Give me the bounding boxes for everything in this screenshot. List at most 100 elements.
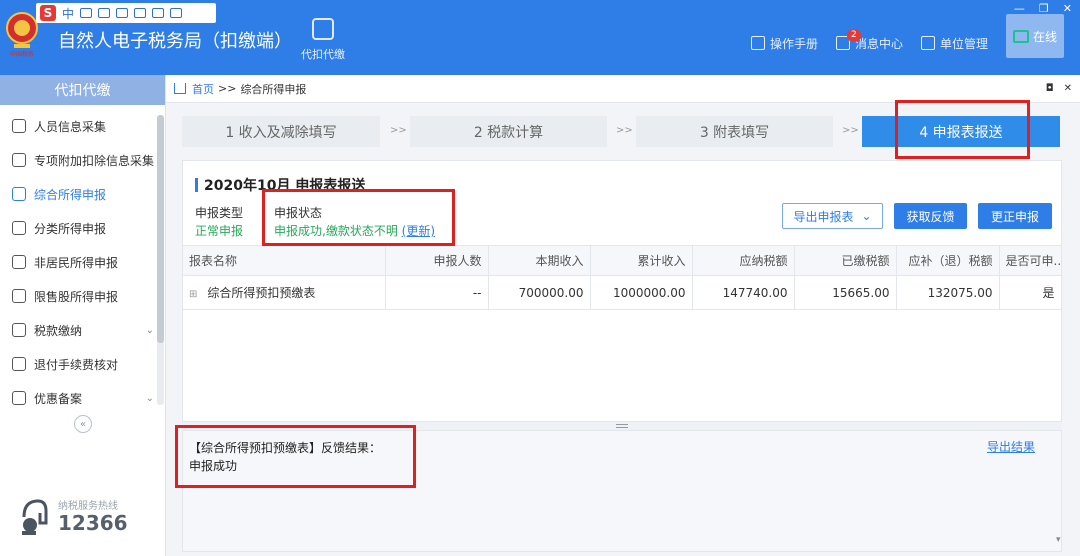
headset-icon bbox=[22, 499, 48, 535]
mail-icon: 2 bbox=[835, 29, 861, 50]
sidebar-item-label: 非居民所得申报 bbox=[34, 255, 119, 270]
home-icon[interactable] bbox=[174, 83, 186, 94]
message-center-label: 消息中心 bbox=[854, 36, 903, 51]
sidebar-item-label: 限售股所得申报 bbox=[34, 289, 119, 304]
ime-grid-icon[interactable] bbox=[170, 8, 183, 18]
app-header: 中国税务 S 中 自然人电子税务局（扣缴端） 代扣代缴 — ❐ ✕ 操作手册 2… bbox=[0, 0, 1080, 75]
cell-count: -- bbox=[385, 275, 489, 310]
app-title: 自然人电子税务局（扣缴端） bbox=[58, 31, 292, 52]
ime-mode-label: 中 bbox=[62, 6, 75, 21]
unit-management-button[interactable]: 单位管理 bbox=[920, 35, 988, 52]
sidebar-scrollbar[interactable] bbox=[157, 115, 164, 405]
step-separator: >> bbox=[616, 125, 633, 136]
hotline-label: 纳税服务热线 bbox=[58, 501, 118, 512]
close-icon[interactable]: ✕ bbox=[1063, 2, 1072, 15]
sidebar-item-tax-payment[interactable]: 税款缴纳 ⌄ bbox=[0, 313, 158, 347]
sidebar-item-label: 分类所得申报 bbox=[34, 221, 107, 236]
ime-keyboard-icon[interactable] bbox=[134, 8, 147, 18]
chevron-down-icon: ⌄ bbox=[145, 393, 154, 404]
step-label: 1 收入及减除填写 bbox=[225, 124, 337, 141]
tax-emblem-logo: 中国税务 bbox=[6, 12, 38, 58]
export-report-dropdown[interactable]: 导出申报表 ⌄ bbox=[782, 203, 883, 229]
col-header: 应纳税额 bbox=[692, 245, 795, 276]
scroll-down-icon[interactable]: ▾ bbox=[1056, 535, 1066, 547]
folder-icon bbox=[12, 323, 26, 337]
table-row[interactable]: ⊞ 综合所得预扣预缴表 -- 700000.00 1000000.00 14774… bbox=[183, 275, 1062, 310]
ime-skin-icon[interactable] bbox=[152, 8, 165, 18]
get-feedback-button[interactable]: 获取反馈 bbox=[894, 203, 967, 229]
sidebar-item-restricted-stock[interactable]: 限售股所得申报 bbox=[0, 279, 158, 313]
step-attachment[interactable]: 3 附表填写 bbox=[636, 116, 833, 147]
col-header: 报表名称 bbox=[183, 245, 386, 276]
sidebar-title: 代扣代缴 bbox=[0, 75, 165, 105]
online-status-button[interactable]: 在线 bbox=[1006, 14, 1064, 58]
cell-income: 700000.00 bbox=[488, 275, 591, 310]
cell-tax-due: 147740.00 bbox=[692, 275, 795, 310]
wallet-icon bbox=[312, 18, 334, 40]
nav-withholding[interactable]: 代扣代缴 bbox=[293, 18, 353, 62]
ime-punct-icon[interactable] bbox=[80, 8, 93, 18]
unit-management-label: 单位管理 bbox=[939, 36, 988, 51]
monitor-check-icon bbox=[1012, 29, 1029, 43]
step-separator: >> bbox=[390, 125, 407, 136]
export-result-link[interactable]: 导出结果 bbox=[987, 438, 1035, 455]
online-status-label: 在线 bbox=[1032, 29, 1057, 44]
sidebar-item-comprehensive-income[interactable]: 综合所得申报 bbox=[0, 177, 158, 211]
highlight-box bbox=[175, 425, 416, 488]
sidebar-item-special-deduction[interactable]: 专项附加扣除信息采集 bbox=[0, 143, 158, 177]
chevron-down-icon: ⌄ bbox=[145, 325, 154, 336]
sidebar-item-preferential-filing[interactable]: 优惠备案 ⌄ bbox=[0, 381, 158, 415]
manual-icon bbox=[750, 36, 765, 50]
sidebar-item-classified-income[interactable]: 分类所得申报 bbox=[0, 211, 158, 245]
expand-icon[interactable]: ⊞ bbox=[189, 289, 197, 300]
cell-report-name: ⊞ 综合所得预扣预缴表 bbox=[183, 275, 386, 310]
breadcrumb-separator: >> bbox=[218, 82, 237, 95]
col-header: 申报人数 bbox=[385, 245, 489, 276]
sidebar-item-nonresident-income[interactable]: 非居民所得申报 bbox=[0, 245, 158, 279]
report-type-value: 正常申报 bbox=[195, 224, 244, 238]
step-tax-calculation[interactable]: 2 税款计算 bbox=[410, 116, 607, 147]
correct-report-button[interactable]: 更正申报 bbox=[978, 203, 1052, 229]
person-icon bbox=[12, 119, 26, 133]
message-center-button[interactable]: 2 消息中心 bbox=[835, 29, 903, 52]
ime-toolbar[interactable]: S 中 bbox=[36, 3, 216, 23]
manual-label: 操作手册 bbox=[769, 36, 818, 51]
list-icon bbox=[12, 153, 26, 167]
ime-logo-icon: S bbox=[40, 5, 56, 21]
export-report-label: 导出申报表 bbox=[793, 209, 854, 224]
highlight-box bbox=[262, 189, 455, 246]
breadcrumb-home[interactable]: 首页 bbox=[192, 81, 214, 97]
building-icon bbox=[920, 36, 935, 50]
tab-restore-icon[interactable]: ◘ bbox=[1046, 83, 1054, 94]
col-header: 应补（退）税额 bbox=[896, 245, 1000, 276]
svg-text:中国税务: 中国税务 bbox=[10, 50, 34, 58]
sidebar-item-label: 优惠备案 bbox=[34, 391, 83, 406]
sidebar-scroll-thumb[interactable] bbox=[157, 115, 164, 343]
report-name-text: 综合所得预扣预缴表 bbox=[207, 286, 316, 300]
document-icon bbox=[12, 357, 26, 371]
sidebar-item-fee-reconcile[interactable]: 退付手续费核对 bbox=[0, 347, 158, 381]
sidebar-item-personnel-info[interactable]: 人员信息采集 bbox=[0, 109, 158, 143]
tab-controls: ◘ ✕ bbox=[1046, 83, 1072, 94]
ime-emoji-icon[interactable] bbox=[98, 8, 111, 18]
step-separator: >> bbox=[842, 125, 859, 136]
ime-voice-icon[interactable] bbox=[116, 8, 129, 18]
cell-tax-diff: 132075.00 bbox=[896, 275, 1000, 310]
message-count-badge: 2 bbox=[846, 29, 861, 42]
cell-tax-paid: 15665.00 bbox=[794, 275, 897, 310]
splitter-grip-icon[interactable] bbox=[616, 424, 628, 428]
person-outline-icon bbox=[12, 255, 26, 269]
nav-withholding-label: 代扣代缴 bbox=[301, 48, 345, 61]
table-header-row: 报表名称 申报人数 本期收入 累计收入 应纳税额 已缴税额 应补（退）税额 是否… bbox=[183, 245, 1062, 276]
header-actions: 操作手册 2 消息中心 单位管理 在线 bbox=[750, 14, 1064, 58]
col-header: 是否可申... bbox=[999, 245, 1062, 276]
step-label: 2 税款计算 bbox=[473, 124, 544, 141]
pie-chart-icon bbox=[12, 221, 26, 235]
report-type-label: 申报类型 bbox=[195, 206, 244, 220]
step-income-deduction[interactable]: 1 收入及减除填写 bbox=[182, 116, 380, 147]
manual-button[interactable]: 操作手册 bbox=[750, 35, 818, 52]
tab-close-icon[interactable]: ✕ bbox=[1064, 83, 1072, 94]
sidebar: 代扣代缴 人员信息采集 专项附加扣除信息采集 综合所得申报 分类所得申报 非居民… bbox=[0, 75, 166, 556]
sidebar-item-label: 人员信息采集 bbox=[34, 119, 107, 134]
collapse-sidebar-button[interactable]: « bbox=[74, 415, 92, 433]
